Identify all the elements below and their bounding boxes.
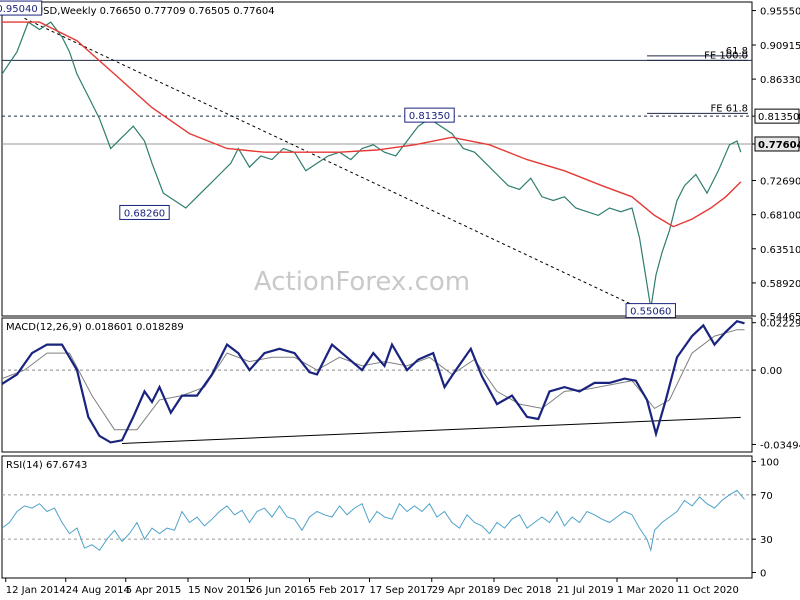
y-tick-label: 30 (760, 535, 773, 546)
y-tick-label: 100 (760, 458, 779, 469)
y-tick-label: 0.022295 (760, 319, 800, 330)
x-tick-label: 12 Jan 2014 (6, 585, 66, 596)
x-tick-label: 11 Oct 2020 (677, 585, 739, 596)
price-label: 0.68260 (124, 208, 165, 219)
y-tick-label: 0.58920 (760, 279, 800, 290)
x-tick-label: 15 Nov 2015 (188, 585, 252, 596)
price-label: 0.55060 (630, 307, 671, 318)
pane-title: AUDUSD,Weekly 0.76650 0.77709 0.76505 0.… (14, 6, 275, 17)
y-tick-label: 0.72690 (760, 177, 800, 188)
y-tick-label: 0.86330 (760, 75, 800, 86)
x-tick-label: 5 Feb 2017 (310, 585, 366, 596)
y-tick-label: 0.95550 (760, 7, 800, 18)
pane-title: MACD(12,26,9) 0.018601 0.018289 (6, 322, 184, 333)
x-tick-label: 1 Mar 2020 (617, 585, 674, 596)
price-label: 0.95040 (0, 4, 38, 15)
y-tick-label: 0.63510 (760, 245, 800, 256)
price-label: 0.81350 (409, 111, 450, 122)
macd-pane: MACD(12,26,9) 0.018601 0.018289 0.022295 0… (1, 317, 800, 453)
pane-frame (1, 455, 753, 579)
x-tick-label: 26 Jun 2016 (250, 585, 310, 596)
x-tick-label: 24 Aug 2014 (66, 585, 130, 596)
x-axis: 12 Jan 2014 24 Aug 20145 Apr 2015 15 Nov 2… (5, 578, 739, 596)
projection-label: FE 61.8 (710, 103, 748, 114)
chart-svg: AUDUSD,Weekly 0.76650 0.77709 0.76505 0.… (0, 0, 800, 596)
x-tick-label: 29 Apr 2018 (432, 585, 494, 596)
y-tick-label: 0 (760, 568, 766, 579)
x-tick-label: 5 Apr 2015 (126, 585, 181, 596)
projection-label: FE 100.0 (704, 50, 748, 61)
y-tick-label: -0.034948 (760, 440, 800, 451)
price-tag: 0.77604 (758, 140, 800, 151)
y-tick-label: 70 (760, 491, 773, 502)
price-tag: 0.81350 (758, 112, 799, 123)
x-tick-label: 21 Jul 2019 (557, 585, 614, 596)
x-tick-label: 17 Sep 2017 (370, 585, 433, 596)
y-tick-label: 0.68100 (760, 211, 800, 222)
pane-title: RSI(14) 67.6743 (6, 460, 87, 471)
x-tick-label: 9 Dec 2018 (494, 585, 552, 596)
y-tick-label: 0.90915 (760, 41, 800, 52)
watermark: ActionForex.com (254, 267, 470, 297)
rsi-pane: RSI(14) 67.6743 100 70 30 0 (1, 455, 779, 579)
y-tick-label: 0.00 (760, 366, 782, 377)
